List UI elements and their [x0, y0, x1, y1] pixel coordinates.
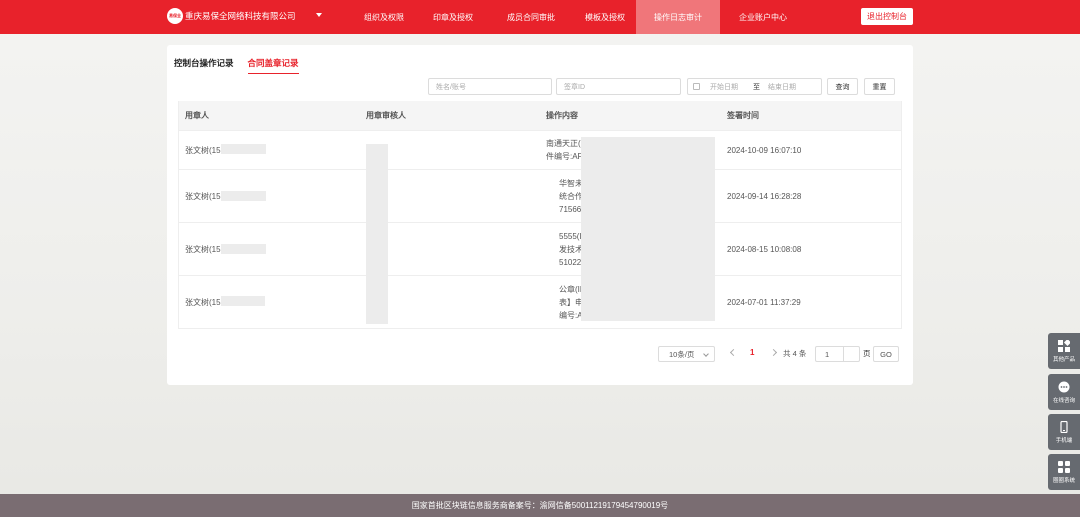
page-stepper-icon[interactable] [843, 347, 859, 361]
column-header-reviewer: 用章审核人 [366, 111, 406, 120]
logo[interactable]: 易保全 重庆易保全网络科技有限公司 [167, 8, 296, 24]
query-button[interactable]: 查询 [827, 78, 858, 95]
column-header-time: 签署时间 [727, 111, 759, 120]
main-nav: 组织及权限 印章及授权 成员合同审批 模板及授权 操作日志审计 企业账户中心 [350, 0, 806, 34]
content-card: 控制台操作记录 合同盖章记录 姓名/账号 签章ID 开始日期 至 结束日期 查询… [167, 45, 913, 385]
table-row: 张文树(15 流程 公章(ID:12 表】申请为 编号:APL1 2024-07… [179, 275, 901, 328]
jump-page-input[interactable]: 1 [815, 346, 860, 362]
seal-records-table: 用章人 用章审核人 操作内容 签署时间 张文树(15 流程 南通天正( 件编号:… [178, 101, 902, 329]
side-tool-other-products[interactable]: 其他产品 [1048, 333, 1080, 369]
start-date-field[interactable]: 开始日期 [710, 82, 738, 92]
redaction-mask [366, 144, 388, 324]
column-header-content: 操作内容 [546, 111, 578, 120]
current-page-number[interactable]: 1 [750, 348, 754, 357]
nav-item-3[interactable]: 模板及授权 [574, 0, 636, 34]
nav-item-2[interactable]: 成员合同审批 [488, 0, 574, 34]
time-cell: 2024-08-15 10:08:08 [727, 244, 802, 254]
nav-item-0[interactable]: 组织及权限 [350, 0, 418, 34]
total-count: 共 4 条 [783, 349, 807, 358]
side-tool-online-consult[interactable]: 在线咨询 [1048, 374, 1080, 410]
name-account-input[interactable]: 姓名/账号 [428, 78, 552, 95]
side-tool-system[interactable]: 圈圈系统 [1048, 454, 1080, 490]
reset-button[interactable]: 重置 [864, 78, 895, 95]
user-cell: 张文树(15 [185, 297, 221, 307]
nav-item-4[interactable]: 操作日志审计 [636, 0, 720, 34]
record-tabs: 控制台操作记录 合同盖章记录 [174, 57, 313, 74]
user-cell: 张文树(15 [185, 145, 221, 155]
company-name: 重庆易保全网络科技有限公司 [185, 11, 296, 21]
table-row: 张文树(15 流程 5555(ID:1 发技术服务 5102208 2024-0… [179, 222, 901, 275]
content-cell: 南通天正( 件编号:AF [546, 139, 583, 161]
go-button[interactable]: GO [873, 346, 899, 362]
page-label: 页 [863, 349, 871, 358]
phone-icon [1060, 420, 1068, 433]
page-size-select[interactable]: 10条/页 [658, 346, 715, 362]
time-cell: 2024-07-01 11:37:29 [727, 297, 801, 307]
side-tool-mobile[interactable]: 手机端 [1048, 414, 1080, 450]
redaction-mask [221, 296, 265, 306]
time-cell: 2024-10-09 16:07:10 [727, 145, 802, 155]
logo-badge-icon: 易保全 [167, 8, 183, 24]
company-switch-chevron-down-icon[interactable] [316, 13, 322, 17]
apps-icon [1058, 460, 1070, 473]
top-header: 易保全 重庆易保全网络科技有限公司 组织及权限 印章及授权 成员合同审批 模板及授权操… [0, 0, 1080, 34]
date-range-picker[interactable]: 开始日期 至 结束日期 [687, 78, 822, 95]
redaction-mask [581, 137, 715, 321]
tab-console-operation-records[interactable]: 控制台操作记录 [174, 57, 234, 74]
nav-item-1[interactable]: 印章及授权 [418, 0, 488, 34]
chat-icon [1058, 381, 1070, 392]
user-cell: 张文树(15 [185, 244, 221, 254]
grid-icon [1058, 339, 1070, 352]
exit-console-button[interactable]: 退出控制台 [861, 8, 913, 25]
footer-record-info: 国家首批区块链信息服务商备案号：渝网信备50011219179454790019… [0, 494, 1080, 517]
time-cell: 2024-09-14 16:28:28 [727, 191, 802, 201]
chevron-down-icon [703, 351, 709, 357]
redaction-mask [221, 144, 266, 154]
user-cell: 张文树(15 [185, 191, 221, 201]
calendar-icon [693, 83, 700, 90]
table-row: 张文树(15 流程 南通天正( 件编号:AF 2024-10-09 16:07:… [179, 130, 901, 169]
redaction-mask [221, 191, 266, 201]
seal-id-input[interactable]: 签章ID [556, 78, 681, 95]
nav-item-5[interactable]: 企业账户中心 [720, 0, 806, 34]
tab-contract-seal-records[interactable]: 合同盖章记录 [247, 57, 299, 74]
date-range-separator: 至 [753, 83, 760, 91]
redaction-mask [221, 244, 266, 254]
next-page-chevron-right-icon[interactable] [769, 348, 778, 357]
table-header-row: 用章人 用章审核人 操作内容 签署时间 [179, 101, 901, 130]
table-row: 张文树(15 流程 华智未来( 统合作协议 715660014 2024-09-… [179, 169, 901, 222]
column-header-user: 用章人 [185, 111, 209, 120]
end-date-field[interactable]: 结束日期 [768, 82, 796, 92]
prev-page-chevron-left-icon[interactable] [729, 348, 738, 357]
